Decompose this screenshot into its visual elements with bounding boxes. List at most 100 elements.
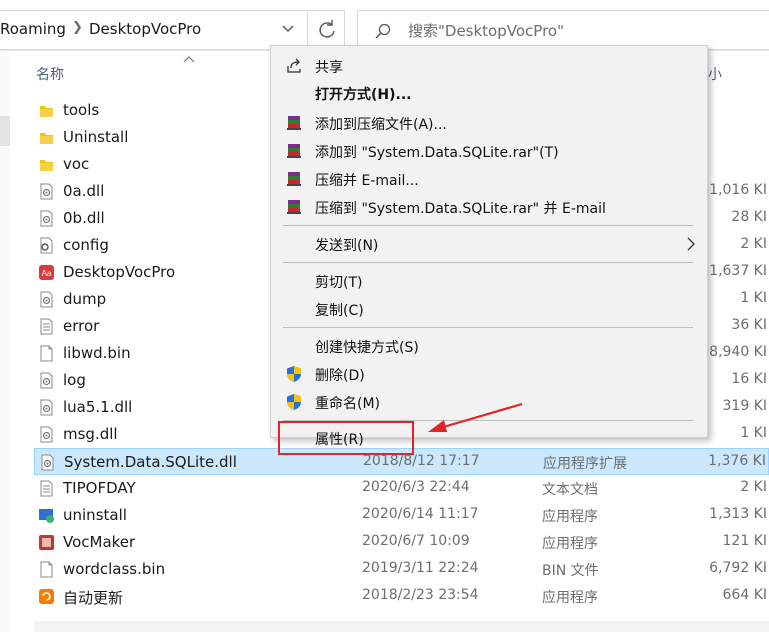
menu-item-compress-rar-email[interactable]: 压缩到 "System.Data.SQLite.rar" 并 E-mail <box>273 194 705 221</box>
vocmaker-app-icon <box>38 534 55 551</box>
sort-ascending-icon <box>183 56 195 63</box>
file-size: 1,637 KI <box>709 263 767 279</box>
file-row[interactable]: uninstall 2020/6/14 11:17 应用程序 1,313 KI <box>34 502 769 529</box>
dll-file-icon <box>38 399 55 416</box>
uac-shield-icon <box>287 394 301 410</box>
address-dropdown-icon[interactable] <box>281 21 295 35</box>
text-file-icon <box>38 480 55 497</box>
address-bar[interactable]: Roaming ❯ DesktopVocPro <box>0 10 345 50</box>
menu-item-add-to-rar[interactable]: 添加到 "System.Data.SQLite.rar"(T) <box>273 138 705 165</box>
menu-item-label: 删除(D) <box>315 368 365 384</box>
file-name: tools <box>63 101 100 119</box>
app-icon: Aa <box>38 264 55 281</box>
text-file-icon <box>38 318 55 335</box>
file-row[interactable]: 自动更新 2018/2/23 23:54 应用程序 664 KI <box>34 583 769 610</box>
menu-item-label: 创建快捷方式(S) <box>315 340 419 356</box>
menu-item-delete[interactable]: 删除(D) <box>273 361 705 388</box>
column-header-name[interactable]: 名称 <box>36 64 64 84</box>
file-name: dump <box>63 290 107 308</box>
file-size: 319 KI <box>722 398 767 414</box>
file-name: 0b.dll <box>63 209 105 227</box>
file-row[interactable]: VocMaker 2020/6/7 10:09 应用程序 121 KI <box>34 529 769 556</box>
file-size: 1,016 KI <box>709 182 767 198</box>
file-size: 1,313 KI <box>709 506 767 522</box>
menu-item-label: 添加到压缩文件(A)... <box>315 117 447 133</box>
file-size: 28 KI <box>731 209 767 225</box>
menu-item-add-to-archive[interactable]: 添加到压缩文件(A)... <box>273 110 705 137</box>
menu-item-share[interactable]: 共享 <box>273 53 705 80</box>
menu-separator <box>283 327 693 328</box>
file-row[interactable]: TIPOFDAY 2020/6/3 22:44 文本文档 2 KI <box>34 475 769 502</box>
menu-item-cut[interactable]: 剪切(T) <box>273 268 705 295</box>
file-type: 应用程序 <box>542 509 598 525</box>
menu-item-label: 共享 <box>315 60 343 76</box>
winrar-icon <box>287 200 301 214</box>
dll-file-icon <box>38 372 55 389</box>
column-header-size[interactable]: 小 <box>708 64 722 84</box>
file-date: 2018/2/23 23:54 <box>362 587 479 603</box>
file-name: uninstall <box>63 506 127 524</box>
file-date: 2020/6/14 11:17 <box>362 506 479 522</box>
menu-item-label: 压缩并 E-mail... <box>315 173 419 189</box>
file-size: 1 KI <box>740 290 767 306</box>
uninstall-app-icon <box>38 507 55 524</box>
menu-item-copy[interactable]: 复制(C) <box>273 296 705 323</box>
folder-icon <box>38 156 55 173</box>
file-size: 2 KI <box>740 236 767 252</box>
file-name: wordclass.bin <box>63 560 166 578</box>
winrar-icon <box>287 116 301 130</box>
file-size: 2 KI <box>740 479 767 495</box>
dll-file-icon <box>39 454 56 471</box>
menu-separator <box>283 225 693 226</box>
blank-file-icon <box>38 345 55 362</box>
file-size: 98,940 KI <box>700 344 767 360</box>
menu-item-label: 复制(C) <box>315 303 364 319</box>
horizontal-scrollbar[interactable] <box>34 621 769 632</box>
file-name: voc <box>63 155 90 173</box>
file-type: 应用程序扩展 <box>543 456 627 472</box>
menu-item-open-with[interactable]: 打开方式(H)... <box>273 80 705 107</box>
file-date: 2018/8/12 17:17 <box>363 453 480 469</box>
menu-item-compress-email[interactable]: 压缩并 E-mail... <box>273 166 705 193</box>
file-date: 2020/6/7 10:09 <box>362 533 470 549</box>
menu-item-label: 添加到 "System.Data.SQLite.rar"(T) <box>315 145 559 161</box>
file-type: 文本文档 <box>542 482 598 498</box>
file-name: 0a.dll <box>63 182 105 200</box>
file-name: msg.dll <box>63 425 118 443</box>
search-icon <box>375 23 391 39</box>
file-size: 6,792 KI <box>709 560 767 576</box>
breadcrumb-desktopvocpro[interactable]: DesktopVocPro <box>89 20 201 38</box>
file-size: 36 KI <box>731 317 767 333</box>
file-size: 664 KI <box>722 587 767 603</box>
menu-separator <box>283 262 693 263</box>
file-name: 自动更新 <box>63 589 124 607</box>
navigation-pane-selected-item[interactable] <box>0 116 10 146</box>
menu-item-label: 重命名(M) <box>315 396 381 412</box>
search-placeholder: 搜索"DesktopVocPro" <box>408 22 564 40</box>
file-size: 1 KI <box>740 425 767 441</box>
file-name: Uninstall <box>63 128 129 146</box>
file-date: 2020/6/3 22:44 <box>362 479 470 495</box>
update-app-icon <box>38 588 55 605</box>
breadcrumb-roaming[interactable]: Roaming <box>0 20 66 38</box>
file-name: DesktopVocPro <box>63 263 176 281</box>
file-name: lua5.1.dll <box>63 398 133 416</box>
file-name: log <box>63 371 86 389</box>
menu-item-label: 发送到(N) <box>315 238 379 254</box>
dll-file-icon <box>38 426 55 443</box>
blank-file-icon <box>38 561 55 578</box>
winrar-icon <box>287 144 301 158</box>
folder-icon <box>38 102 55 119</box>
file-row[interactable]: wordclass.bin 2019/3/11 22:24 BIN 文件 6,792 … <box>34 556 769 583</box>
file-type: BIN 文件 <box>542 563 599 579</box>
menu-item-send-to[interactable]: 发送到(N) <box>273 231 705 258</box>
search-box[interactable]: 搜索"DesktopVocPro" <box>357 10 769 50</box>
uac-shield-icon <box>287 366 301 382</box>
config-file-icon <box>38 237 55 254</box>
dll-file-icon <box>38 210 55 227</box>
submenu-arrow-icon <box>687 237 695 251</box>
menu-item-create-shortcut[interactable]: 创建快捷方式(S) <box>273 333 705 360</box>
share-icon <box>287 58 301 73</box>
file-type: 应用程序 <box>542 536 598 552</box>
refresh-button[interactable] <box>307 11 345 49</box>
